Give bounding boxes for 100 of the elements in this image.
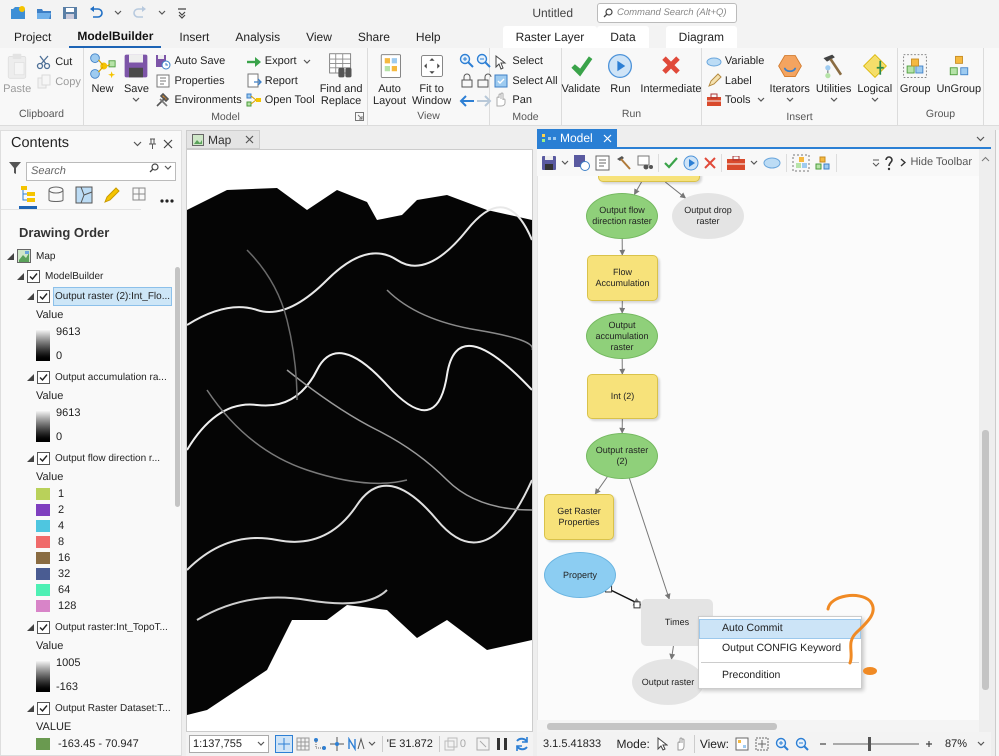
- ribbon-tab[interactable]: Data: [597, 26, 649, 48]
- slider-thumb[interactable]: [868, 737, 872, 751]
- pointer-icon[interactable]: [656, 737, 668, 751]
- caret-icon[interactable]: [786, 97, 794, 103]
- checkbox[interactable]: [37, 452, 50, 464]
- menu-item[interactable]: Auto Commit: [699, 619, 861, 639]
- zoom-slider[interactable]: [832, 737, 919, 751]
- data-node[interactable]: Output flow direction raster: [586, 193, 658, 239]
- run-icon[interactable]: [683, 154, 699, 170]
- filter-icon[interactable]: [9, 160, 21, 175]
- zoom-out-icon[interactable]: [476, 53, 492, 69]
- undo-icon[interactable]: [88, 5, 104, 21]
- expander-icon[interactable]: [7, 252, 14, 260]
- hide-toolbar-button[interactable]: Hide Toolbar: [898, 154, 974, 171]
- caret-icon[interactable]: [164, 165, 172, 172]
- expander-icon[interactable]: [27, 374, 34, 380]
- ribbon-button[interactable]: Open Tool: [244, 90, 316, 110]
- expander-icon[interactable]: [27, 454, 34, 462]
- ribbon-button[interactable]: Properties: [154, 71, 243, 91]
- ribbon-tab[interactable]: View: [298, 26, 340, 48]
- ribbon-button[interactable]: Auto Layout: [371, 52, 408, 109]
- ribbon-button[interactable]: Select All: [492, 71, 559, 91]
- new-project-icon[interactable]: [10, 5, 26, 21]
- tool-node[interactable]: Get Raster Properties: [544, 494, 614, 540]
- tool-node[interactable]: Flow Accumulation: [587, 255, 658, 301]
- zoom-in-icon[interactable]: [459, 53, 476, 69]
- group-icon[interactable]: [792, 154, 810, 172]
- ribbon-tab[interactable]: Raster Layer: [502, 26, 598, 48]
- ribbon-button[interactable]: Label: [704, 71, 766, 91]
- pin-icon[interactable]: [148, 138, 157, 150]
- ribbon-tab[interactable]: Share: [350, 26, 398, 48]
- collapse-icon[interactable]: [981, 156, 990, 162]
- caret-icon[interactable]: [830, 97, 838, 103]
- find-replace-icon[interactable]: [637, 154, 653, 170]
- caret-icon[interactable]: [561, 160, 569, 166]
- ribbon-button[interactable]: Auto Save: [154, 52, 243, 72]
- grid-icon[interactable]: [296, 737, 310, 751]
- back-arrow-icon[interactable]: [459, 93, 476, 109]
- ribbon-button[interactable]: UnGroup: [934, 52, 984, 108]
- variable-node[interactable]: Property: [544, 552, 616, 598]
- toolbox-icon[interactable]: [727, 156, 745, 170]
- ribbon-button[interactable]: Select: [492, 52, 559, 72]
- ribbon-button[interactable]: Tools: [704, 90, 766, 110]
- command-search-field[interactable]: Command Search (Alt+Q): [597, 3, 737, 23]
- save-icon[interactable]: [542, 156, 556, 170]
- ribbon-button[interactable]: Group: [898, 52, 932, 108]
- chevron-down-icon[interactable]: [976, 134, 985, 143]
- ribbon-button[interactable]: Iterators: [768, 52, 812, 110]
- list-by-drawing-order-icon[interactable]: [19, 184, 37, 202]
- scrollbar[interactable]: [537, 720, 979, 732]
- scale-dropdown[interactable]: 1:137,755: [189, 735, 269, 753]
- snapping-icon[interactable]: [312, 737, 327, 751]
- ribbon-button[interactable]: Intermediate: [638, 52, 704, 108]
- ribbon-button[interactable]: Fit to Window: [410, 52, 454, 109]
- chevron-down-icon[interactable]: [133, 139, 142, 148]
- customize-icon[interactable]: [176, 7, 188, 19]
- caret-icon[interactable]: [756, 97, 765, 104]
- unlock-icon[interactable]: [476, 73, 492, 89]
- cancel-icon[interactable]: [704, 156, 716, 168]
- fit-to-window-icon[interactable]: [754, 737, 769, 751]
- checkbox[interactable]: [37, 290, 50, 302]
- data-node[interactable]: Output accumulation raster: [586, 313, 658, 359]
- layer-name[interactable]: Output Raster Dataset:T...: [53, 698, 173, 718]
- hammer-icon[interactable]: [616, 154, 632, 170]
- caret-icon[interactable]: [977, 741, 985, 747]
- ribbon-tab[interactable]: Analysis: [227, 26, 288, 48]
- auto-save-icon[interactable]: [574, 154, 590, 170]
- ribbon-button[interactable]: New: [86, 52, 118, 110]
- zoom-in-icon[interactable]: [774, 737, 789, 751]
- checkbox[interactable]: [37, 620, 50, 634]
- ribbon-button[interactable]: Find and Replace: [318, 52, 365, 110]
- map-selection-icon[interactable]: [75, 186, 93, 204]
- ribbon-tab[interactable]: Diagram: [666, 26, 738, 48]
- database-icon[interactable]: [47, 186, 65, 204]
- ribbon-button[interactable]: Pan: [492, 90, 559, 110]
- ribbon-tab[interactable]: Insert: [171, 26, 218, 48]
- checkbox[interactable]: [27, 270, 40, 282]
- ribbon-tab[interactable]: Project: [6, 26, 60, 48]
- plus-icon[interactable]: [924, 740, 933, 748]
- refresh-icon[interactable]: [514, 736, 530, 752]
- layer-name[interactable]: ModelBuilder: [43, 266, 106, 286]
- pause-icon[interactable]: [496, 737, 508, 751]
- caret-icon[interactable]: [132, 97, 140, 103]
- dialog-launcher-icon[interactable]: [355, 112, 364, 121]
- ribbon-button[interactable]: Export: [244, 52, 316, 72]
- ribbon-button[interactable]: Variable: [704, 52, 766, 72]
- caret-icon[interactable]: [302, 58, 311, 65]
- caret-icon[interactable]: [256, 741, 265, 747]
- lock-icon[interactable]: [459, 73, 476, 89]
- data-node[interactable]: Output raster (2): [586, 433, 658, 479]
- caret-icon[interactable]: [750, 160, 758, 166]
- ribbon-button[interactable]: Logical: [855, 52, 894, 110]
- layer-name[interactable]: Output raster:Int_TopoT...: [53, 618, 170, 636]
- validate-icon[interactable]: [664, 156, 678, 170]
- ribbon-button[interactable]: Environments: [154, 90, 243, 110]
- overflow-icon[interactable]: [872, 158, 880, 168]
- more-icon[interactable]: [159, 198, 175, 204]
- ribbon-button[interactable]: Utilities: [814, 52, 854, 110]
- ungroup-icon[interactable]: [815, 154, 831, 170]
- layer-name[interactable]: Map: [34, 246, 58, 266]
